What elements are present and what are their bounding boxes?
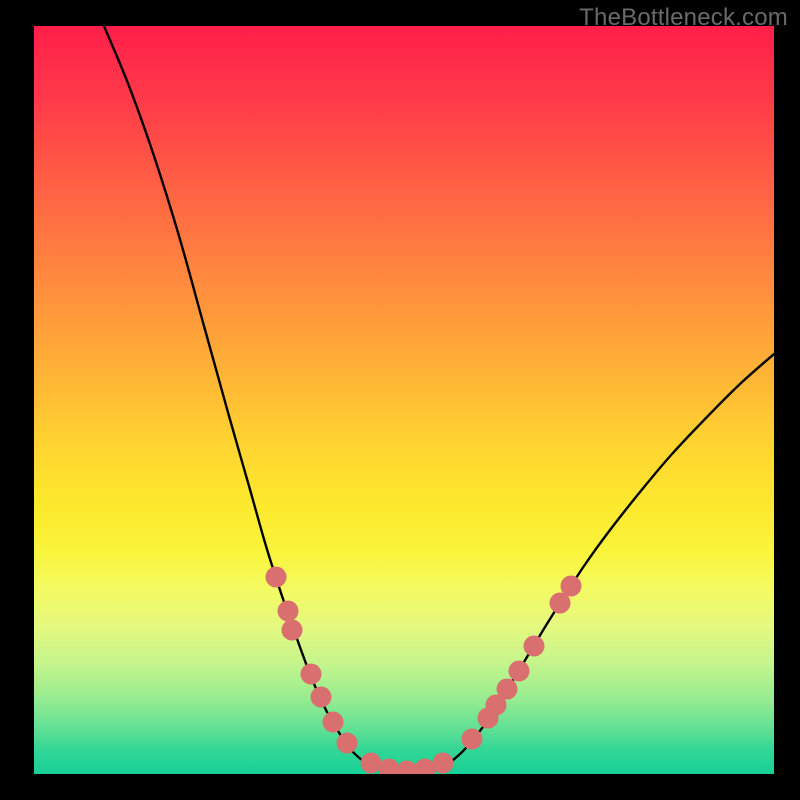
marker-dot xyxy=(509,661,530,682)
marker-dot xyxy=(323,712,344,733)
watermark-text: TheBottleneck.com xyxy=(579,4,788,32)
marker-dot xyxy=(379,759,400,775)
curve-left-curve xyxy=(104,26,406,773)
curve-right-curve xyxy=(406,354,774,773)
marker-dot xyxy=(415,759,436,775)
marker-dot xyxy=(278,601,299,622)
marker-dot xyxy=(266,567,287,588)
chart-frame: TheBottleneck.com xyxy=(0,0,800,800)
marker-dot xyxy=(462,729,483,750)
chart-svg xyxy=(34,26,774,774)
marker-dot xyxy=(337,733,358,754)
marker-dot xyxy=(524,636,545,657)
marker-dot xyxy=(433,753,454,774)
plot-area xyxy=(34,26,774,774)
marker-dot xyxy=(361,753,382,774)
marker-dot xyxy=(561,576,582,597)
marker-dot xyxy=(497,679,518,700)
marker-dot xyxy=(282,620,303,641)
marker-dot xyxy=(397,761,418,775)
marker-dot xyxy=(301,664,322,685)
marker-dot xyxy=(311,687,332,708)
